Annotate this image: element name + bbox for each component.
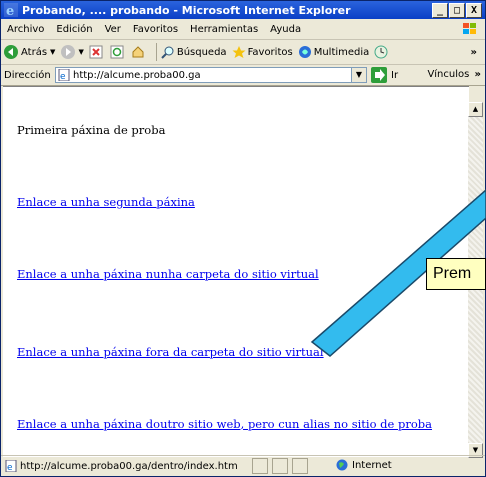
pointer-arrow-annotation — [310, 189, 486, 357]
callout-box: Prem — [426, 258, 486, 290]
